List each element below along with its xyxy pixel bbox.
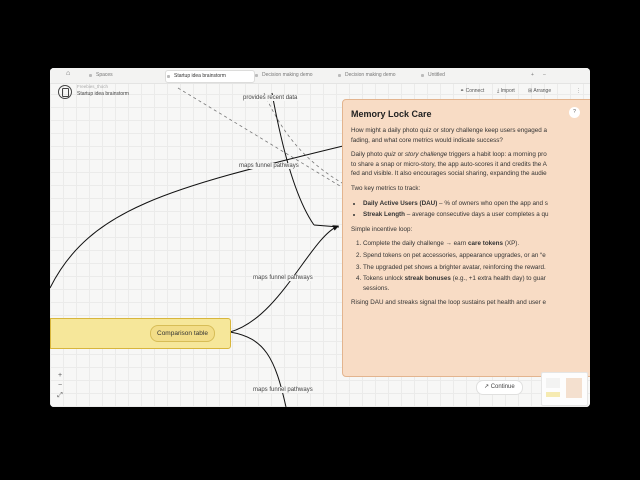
button-label: Arrange [533, 88, 552, 94]
canvas[interactable]: provides recent data maps funnel pathway… [50, 68, 590, 407]
incentive-intro: Simple incentive loop: [351, 225, 413, 233]
node-chip[interactable]: Comparison table [150, 325, 215, 342]
sidebar-toggle-icon[interactable]: ⌂ [58, 68, 70, 79]
breadcrumb-parent[interactable]: Freebies_thoch [77, 84, 108, 89]
tab-label: Decision making demo [262, 72, 313, 78]
text: Streak Length [363, 211, 405, 219]
arrange-button[interactable]: ⊞ Arrange [528, 88, 551, 94]
memory-lock-care-node[interactable]: Memory Lock Care ? How might a daily pho… [342, 99, 590, 377]
tab-menu-button[interactable]: – [543, 70, 546, 81]
list-item: Daily Active Users (DAU) – % of owners w… [363, 199, 590, 209]
edge [229, 331, 287, 407]
edge-label: maps funnel pathways [252, 275, 314, 281]
tab-decision-making-demo[interactable]: Decision making demo [254, 70, 313, 81]
tab-bar: ⌂ Spaces Startup idea brainstorm Decisio… [50, 68, 590, 84]
text: Tokens unlock [363, 275, 405, 283]
text: story challenge [404, 151, 448, 159]
text: streak bonuses [404, 275, 451, 283]
more-button[interactable]: ⋮ [576, 88, 581, 94]
text: sessions. [363, 284, 390, 292]
minimap-node [546, 378, 560, 388]
tab-label: Spaces [96, 72, 113, 78]
connect-button[interactable]: ⚭ Connect [460, 88, 484, 94]
import-button[interactable]: ⤓ Import [497, 88, 515, 94]
tab-icon [421, 74, 424, 77]
continue-label: Continue [490, 384, 515, 390]
question-line: fading, and what core metrics would indi… [351, 136, 503, 144]
edge-label: maps funnel pathways [252, 387, 314, 393]
node-body: How might a daily photo quiz or story ch… [351, 126, 590, 313]
metrics-intro: Two key metrics to track: [351, 184, 421, 192]
comparison-table-node[interactable]: Comparison table [50, 318, 231, 349]
continue-button[interactable]: ↗ Continue [476, 380, 523, 395]
tab-icon [338, 74, 341, 77]
arrow-icon: ↗ [484, 384, 491, 390]
question-line: How might a daily photo quiz or story ch… [351, 127, 548, 134]
app-window: provides recent data maps funnel pathway… [50, 68, 590, 407]
minimap[interactable] [541, 372, 588, 406]
text: – % of owners who open the app and s [437, 199, 548, 207]
tab-startup-idea-brainstorm[interactable]: Startup idea brainstorm [165, 70, 255, 83]
text: to share a snap or micro-story, the app … [351, 160, 547, 168]
edge-label: maps funnel pathways [238, 163, 300, 169]
list-item: Tokens unlock streak bonuses (e.g., +1 e… [363, 274, 590, 293]
tab-icon [255, 74, 258, 77]
text: Complete the daily challenge → earn [363, 240, 469, 248]
tab-untitled[interactable]: Untitled [420, 70, 445, 81]
list-item: The upgraded pet shows a brighter avatar… [363, 263, 590, 273]
logo-icon [58, 85, 72, 99]
incentive-list: Complete the daily challenge → earn care… [351, 239, 590, 293]
tab-icon [89, 74, 92, 77]
tab-icon [167, 75, 170, 78]
list-item: Complete the daily challenge → earn care… [363, 239, 590, 249]
button-label: Connect [465, 88, 485, 94]
list-item: Spend tokens on pet accessories, appeara… [363, 251, 590, 261]
closing-text: Rising DAU and streaks signal the loop s… [351, 299, 546, 307]
button-label: Import [500, 88, 515, 94]
text: care tokens [468, 240, 504, 248]
tab-label: Startup idea brainstorm [174, 73, 226, 79]
text: Daily photo [351, 151, 385, 159]
text: – average consecutive days a user comple… [405, 211, 549, 219]
tab-decision-making-demo-2[interactable]: Decision making demo [337, 70, 396, 81]
text: (XP). [503, 240, 520, 248]
tab-spaces[interactable]: Spaces [88, 70, 113, 81]
tab-label: Decision making demo [345, 72, 396, 78]
tab-label: Untitled [428, 72, 445, 78]
new-tab-button[interactable]: + [531, 70, 534, 81]
node-title: Memory Lock Care [351, 109, 432, 119]
edge [313, 224, 340, 228]
list-item: Streak Length – average consecutive days… [363, 210, 590, 220]
help-button[interactable]: ? [569, 107, 580, 118]
text: fed and visible. It also encourages soci… [351, 170, 547, 178]
text: (e.g., +1 extra health day) to guar [450, 275, 546, 283]
zoom-out-button[interactable]: − [55, 381, 65, 391]
zoom-controls: + − ⤢ [55, 371, 65, 401]
text: Daily Active Users (DAU) [363, 199, 438, 207]
text: quiz [384, 151, 396, 159]
text: triggers a habit loop: a morning pro [447, 151, 547, 159]
text: or [395, 151, 405, 159]
minimap-node [566, 378, 582, 398]
edge [271, 92, 315, 226]
metrics-list: Daily Active Users (DAU) – % of owners w… [351, 199, 590, 220]
dashed-edge [263, 92, 343, 184]
fit-view-button[interactable]: ⤢ [55, 391, 65, 401]
breadcrumb-current: Startup idea brainstorm [77, 91, 129, 97]
header: Freebies_thoch Startup idea brainstorm ⚭… [50, 83, 590, 99]
zoom-in-button[interactable]: + [55, 371, 65, 381]
minimap-node [546, 392, 560, 397]
dashed-edge [177, 87, 341, 187]
